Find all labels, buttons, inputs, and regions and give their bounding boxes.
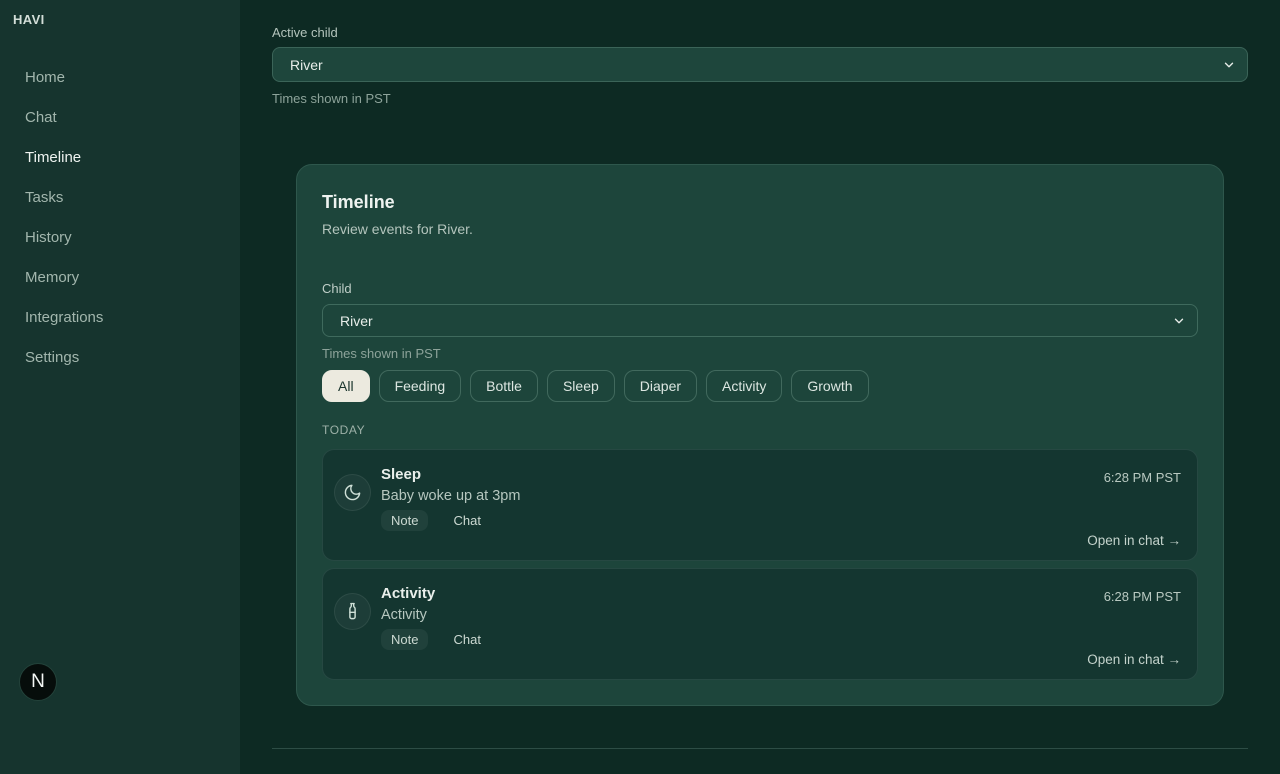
child-select-wrap: River: [322, 304, 1198, 337]
open-in-chat-link[interactable]: Open in chat →: [1087, 533, 1181, 548]
filter-chip-feeding[interactable]: Feeding: [379, 370, 462, 402]
nextjs-n-icon: N: [31, 671, 45, 693]
event-description: Activity: [381, 607, 1104, 623]
child-label: Child: [322, 281, 1198, 296]
nextjs-dev-badge[interactable]: N: [19, 663, 57, 701]
event-timestamp: 6:28 PM PST: [1104, 589, 1181, 604]
sidebar-item-timeline[interactable]: Timeline: [0, 138, 240, 178]
moon-icon: [334, 474, 371, 511]
event-card-sleep[interactable]: Sleep Baby woke up at 3pm Note Chat 6:28…: [322, 449, 1198, 561]
child-field: Child River Times shown in PST: [322, 281, 1198, 361]
event-card-activity[interactable]: Activity Activity Note Chat 6:28 PM PST …: [322, 568, 1198, 680]
sidebar-item-settings[interactable]: Settings: [0, 338, 240, 378]
sidebar-nav: Home Chat Timeline Tasks History Memory …: [0, 58, 240, 378]
sidebar-item-chat[interactable]: Chat: [0, 98, 240, 138]
filter-chip-activity[interactable]: Activity: [706, 370, 782, 402]
today-section-label: TODAY: [322, 423, 1198, 437]
open-in-chat-link[interactable]: Open in chat →: [1087, 652, 1181, 667]
app-logo: HAVI: [0, 0, 240, 27]
filter-chips: All Feeding Bottle Sleep Diaper Activity…: [322, 370, 1198, 402]
sidebar: HAVI Home Chat Timeline Tasks History Me…: [0, 0, 240, 774]
card-subtitle: Review events for River.: [322, 221, 1198, 237]
event-title: Activity: [381, 585, 1104, 602]
sidebar-item-integrations[interactable]: Integrations: [0, 298, 240, 338]
event-timestamp: 6:28 PM PST: [1104, 470, 1181, 485]
sidebar-item-memory[interactable]: Memory: [0, 258, 240, 298]
note-button[interactable]: Note: [381, 510, 428, 531]
sidebar-item-home[interactable]: Home: [0, 58, 240, 98]
filter-chip-diaper[interactable]: Diaper: [624, 370, 697, 402]
card-title: Timeline: [322, 192, 1198, 213]
event-title: Sleep: [381, 466, 1104, 483]
sidebar-item-history[interactable]: History: [0, 218, 240, 258]
note-button[interactable]: Note: [381, 629, 428, 650]
timeline-card: Timeline Review events for River. Child …: [296, 164, 1224, 706]
active-child-select[interactable]: River: [272, 47, 1248, 82]
filter-chip-growth[interactable]: Growth: [791, 370, 868, 402]
chat-button[interactable]: Chat: [443, 510, 490, 531]
event-description: Baby woke up at 3pm: [381, 488, 1104, 504]
card-times-note: Times shown in PST: [322, 346, 1198, 361]
active-child-select-wrap: River: [272, 47, 1248, 82]
bottom-divider: [272, 748, 1248, 749]
bottle-icon: [334, 593, 371, 630]
times-note: Times shown in PST: [272, 91, 1248, 106]
sidebar-item-tasks[interactable]: Tasks: [0, 178, 240, 218]
filter-chip-bottle[interactable]: Bottle: [470, 370, 538, 402]
filter-chip-all[interactable]: All: [322, 370, 370, 402]
event-list: Sleep Baby woke up at 3pm Note Chat 6:28…: [322, 449, 1198, 680]
main-content: Active child River Times shown in PST Ti…: [240, 0, 1280, 774]
child-select[interactable]: River: [322, 304, 1198, 337]
filter-chip-sleep[interactable]: Sleep: [547, 370, 615, 402]
active-child-label: Active child: [272, 25, 1248, 40]
chat-button[interactable]: Chat: [443, 629, 490, 650]
